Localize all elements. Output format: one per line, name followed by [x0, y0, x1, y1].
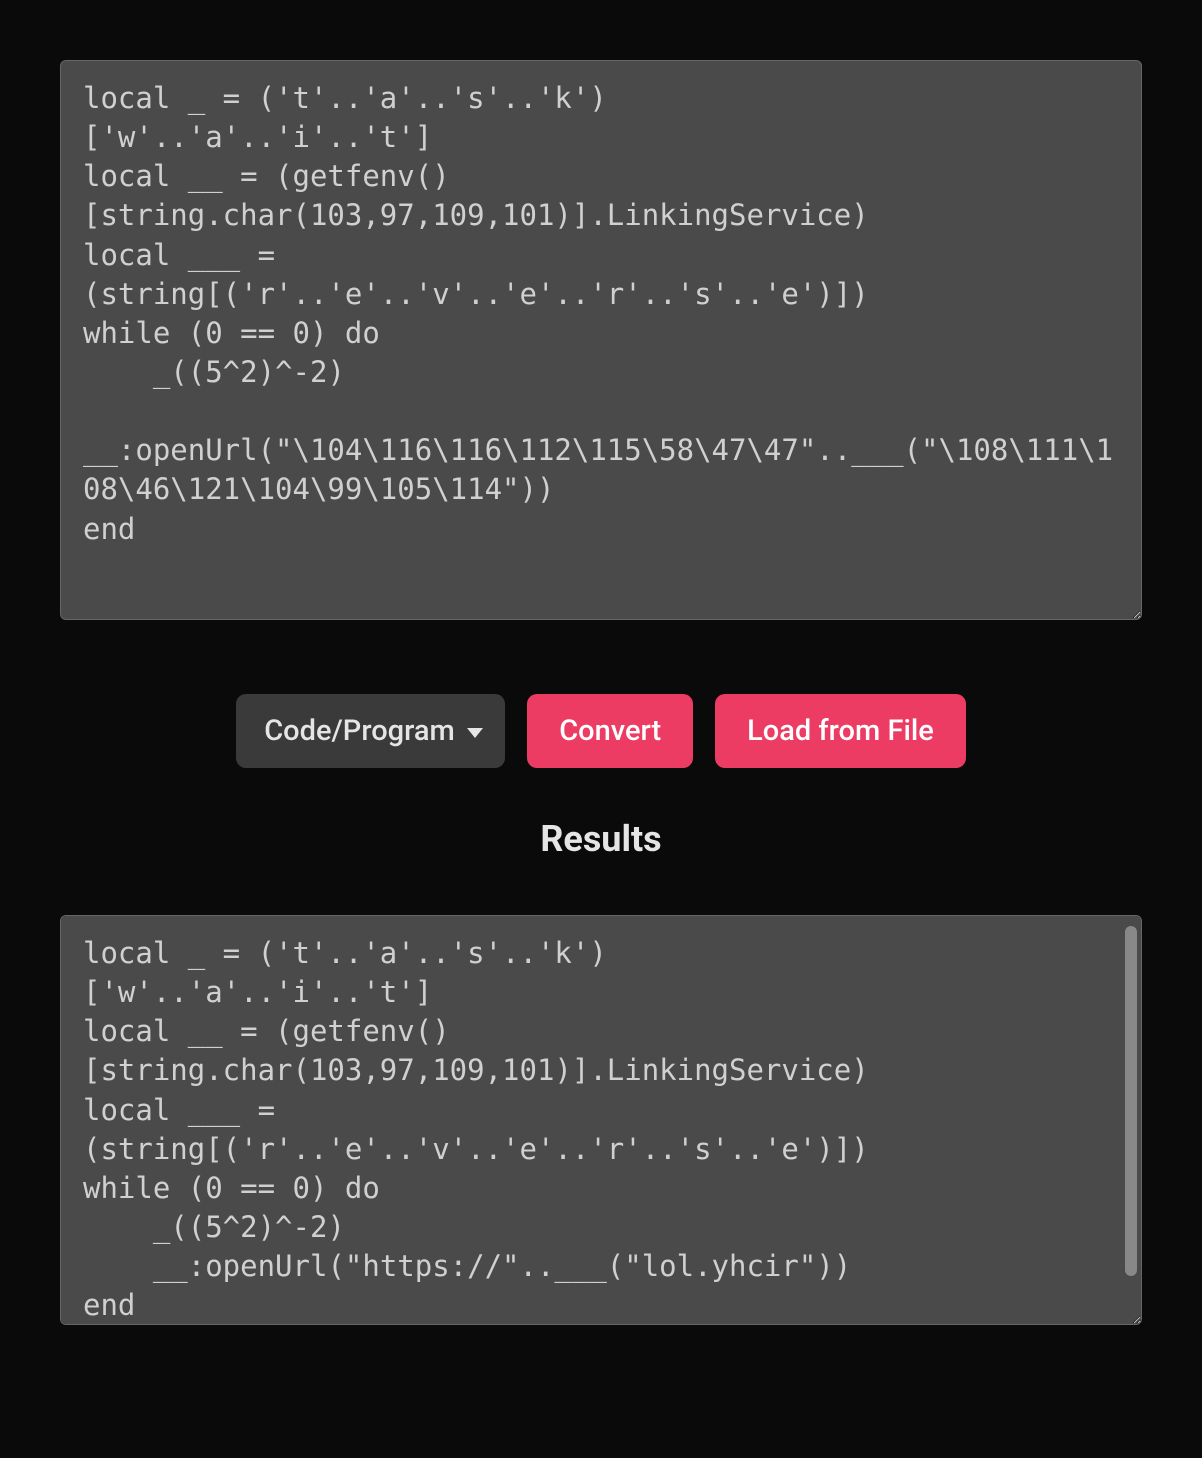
mode-select[interactable]: Code/Program: [236, 694, 505, 768]
input-code-textarea[interactable]: [60, 60, 1142, 620]
convert-button[interactable]: Convert: [527, 694, 693, 768]
results-heading: Results: [60, 818, 1142, 860]
output-code-text: local _ = ('t'..'a'..'s'..'k') ['w'..'a'…: [83, 936, 869, 1322]
output-scrollbar-thumb[interactable]: [1125, 926, 1137, 1276]
output-scrollbar-track: [1125, 926, 1137, 1294]
output-wrapper: local _ = ('t'..'a'..'s'..'k') ['w'..'a'…: [60, 915, 1142, 1325]
controls-row: Code/Program Convert Load from File: [60, 694, 1142, 768]
load-from-file-button[interactable]: Load from File: [715, 694, 966, 768]
mode-select-wrapper: Code/Program: [236, 694, 505, 768]
output-code-box[interactable]: local _ = ('t'..'a'..'s'..'k') ['w'..'a'…: [60, 915, 1142, 1325]
